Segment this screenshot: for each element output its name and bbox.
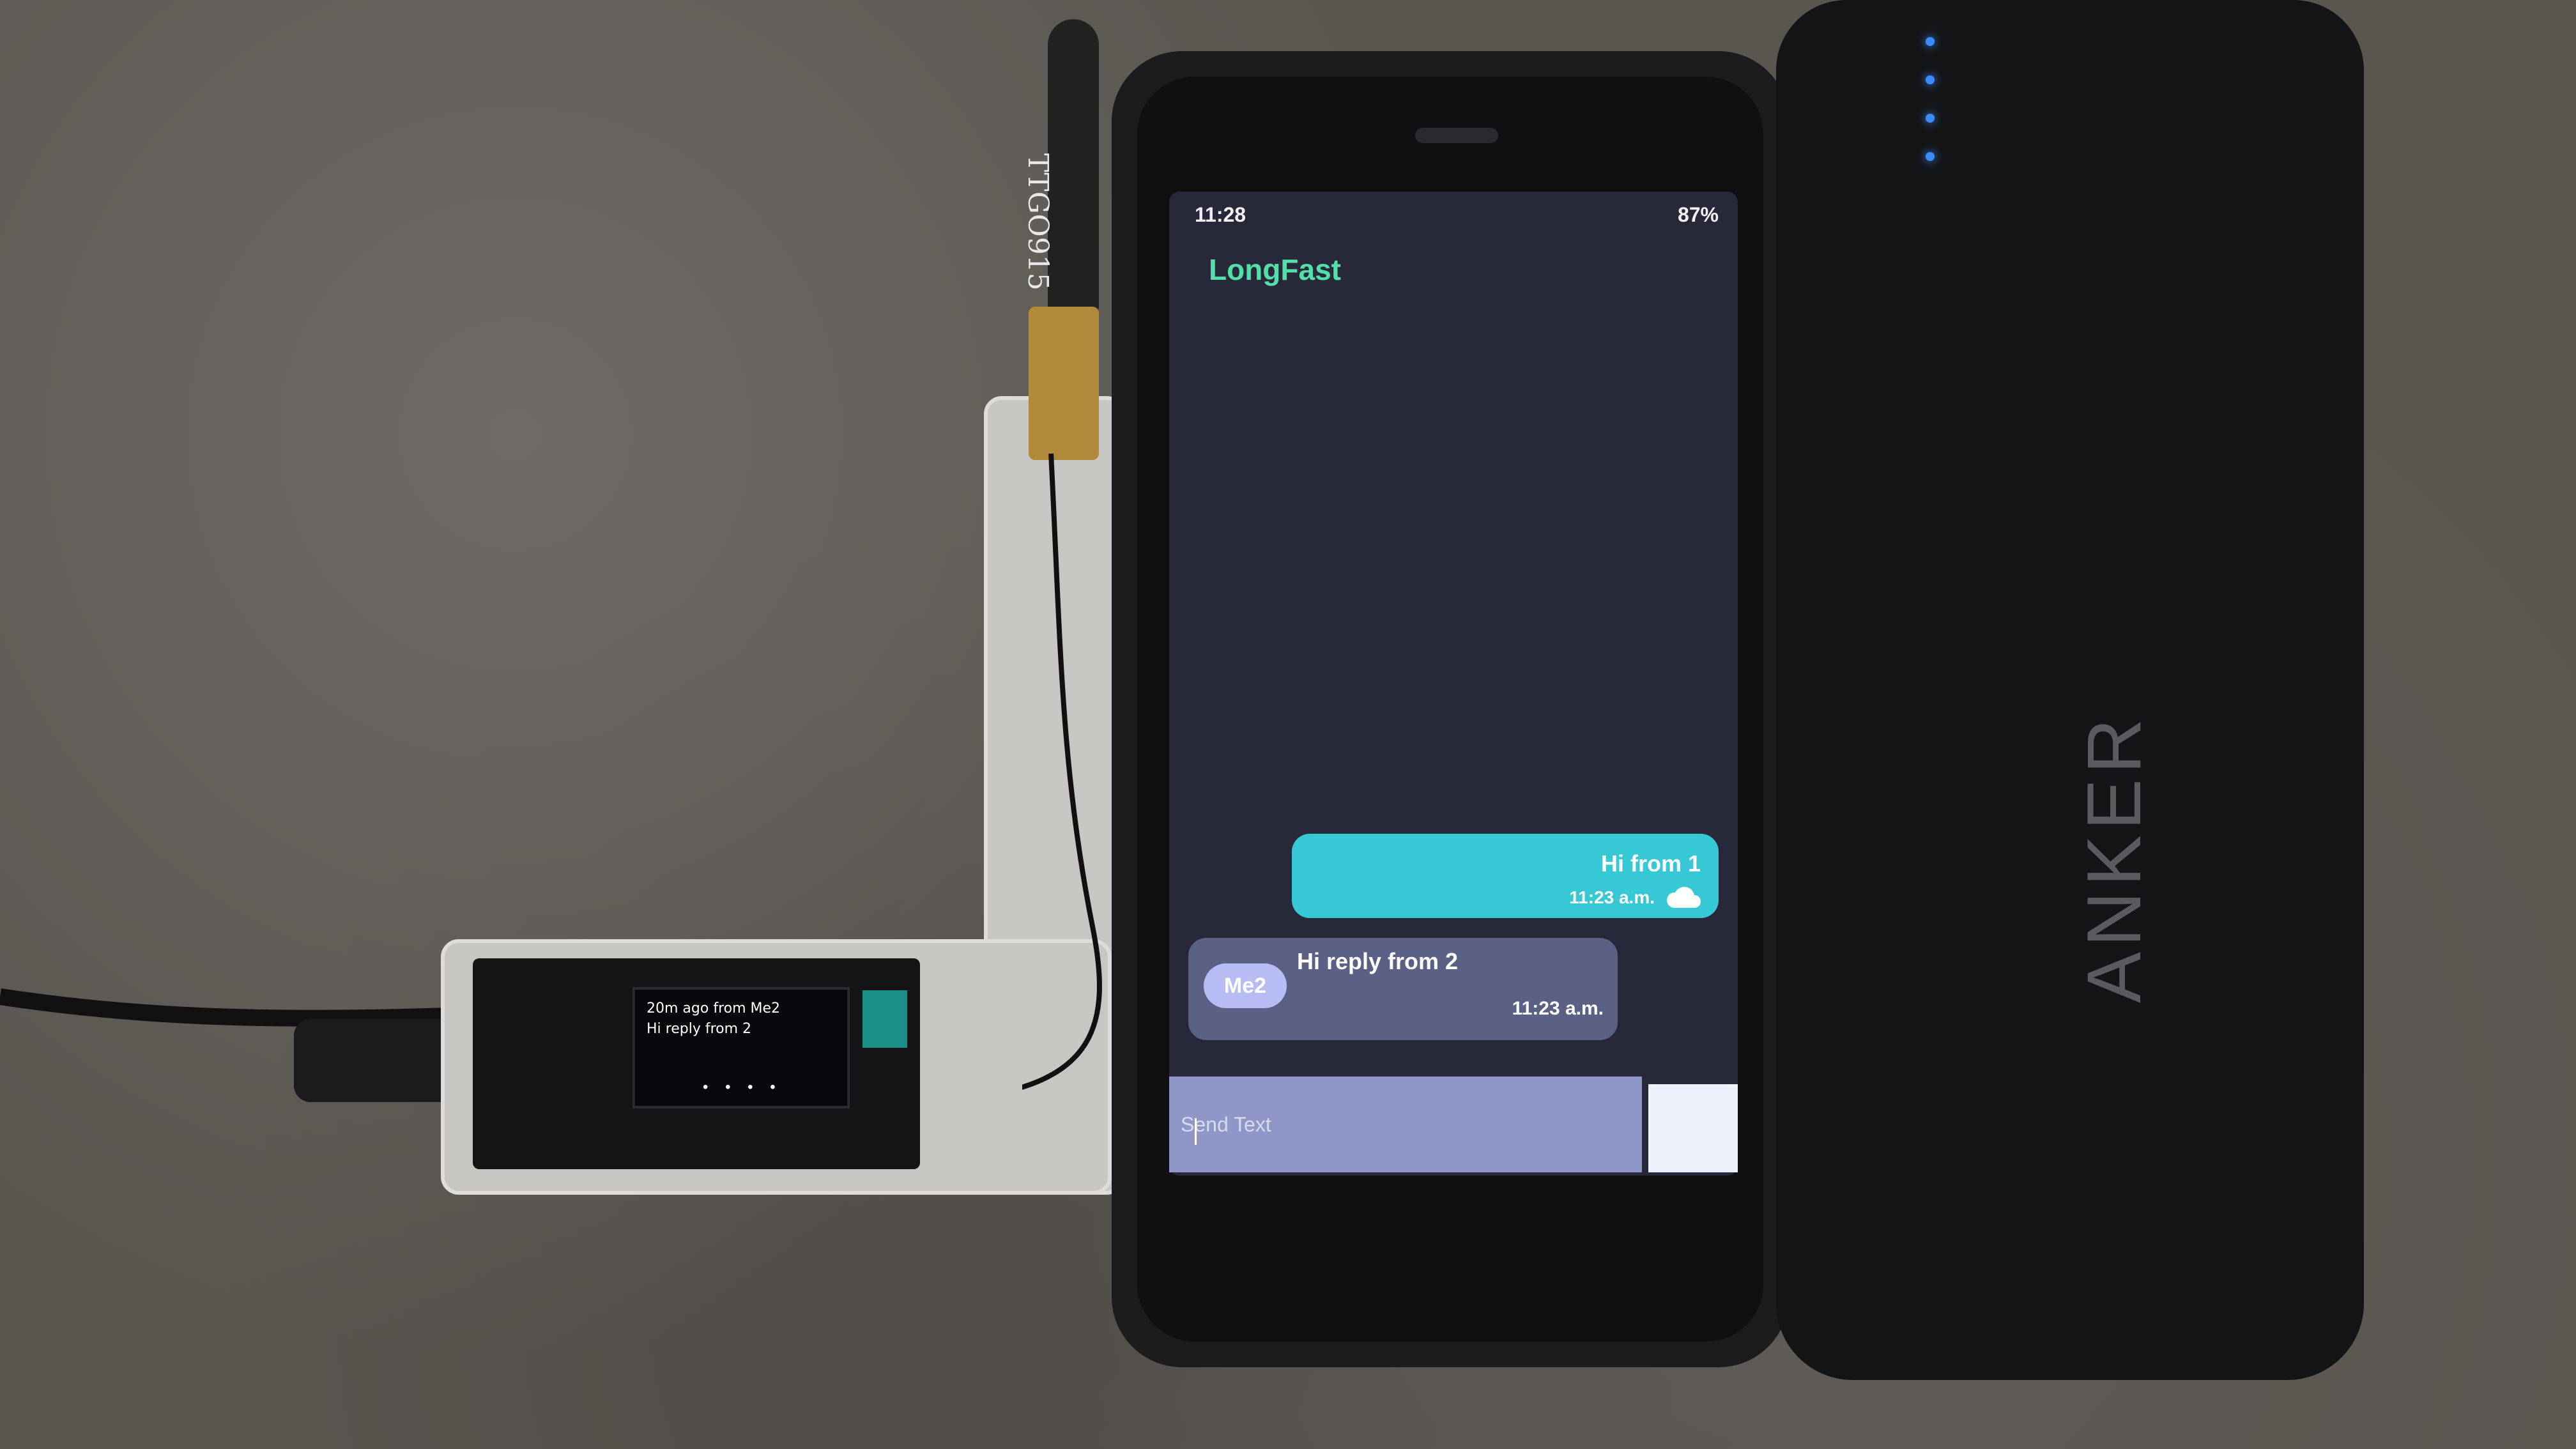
send-button[interactable] bbox=[1648, 1084, 1738, 1172]
message-time: 11:23 a.m. bbox=[1512, 998, 1604, 1019]
battery-led bbox=[1926, 75, 1935, 84]
battery-led bbox=[1926, 114, 1935, 123]
oled-page-dots: • • • • bbox=[703, 1078, 782, 1096]
usb-plug bbox=[294, 1019, 460, 1102]
board-component bbox=[862, 990, 907, 1048]
battery-led bbox=[1926, 152, 1935, 161]
channel-title: LongFast bbox=[1209, 253, 1341, 286]
avatar[interactable]: Me2 bbox=[1204, 963, 1287, 1008]
message-text: Hi reply from 2 bbox=[1297, 948, 1459, 974]
status-battery: 87% bbox=[1677, 203, 1719, 226]
phone-speaker bbox=[1415, 128, 1498, 143]
sma-connector bbox=[1029, 307, 1099, 460]
power-bank bbox=[1776, 0, 2364, 1380]
oled-line-2: Hi reply from 2 bbox=[647, 1021, 752, 1037]
message-time: 11:23 a.m. bbox=[1569, 887, 1655, 907]
battery-led bbox=[1926, 37, 1935, 46]
message-text: Hi from 1 bbox=[1600, 850, 1701, 877]
cloud-icon bbox=[1666, 887, 1701, 908]
send-text-input[interactable] bbox=[1181, 1086, 1628, 1163]
incoming-message[interactable]: Me2 Hi reply from 2 11:23 a.m. bbox=[1188, 938, 1618, 1040]
brand-logo: ANKER bbox=[2071, 713, 2157, 1003]
status-bar: 11:28 87% bbox=[1195, 203, 1719, 231]
status-time: 11:28 bbox=[1195, 203, 1246, 226]
outgoing-message[interactable]: Hi from 1 11:23 a.m. bbox=[1292, 834, 1719, 918]
antenna-label: TTGO915 bbox=[1022, 153, 1054, 291]
oled-line-1: 20m ago from Me2 bbox=[647, 1000, 781, 1016]
antenna bbox=[1048, 19, 1099, 313]
text-caret bbox=[1195, 1118, 1197, 1145]
